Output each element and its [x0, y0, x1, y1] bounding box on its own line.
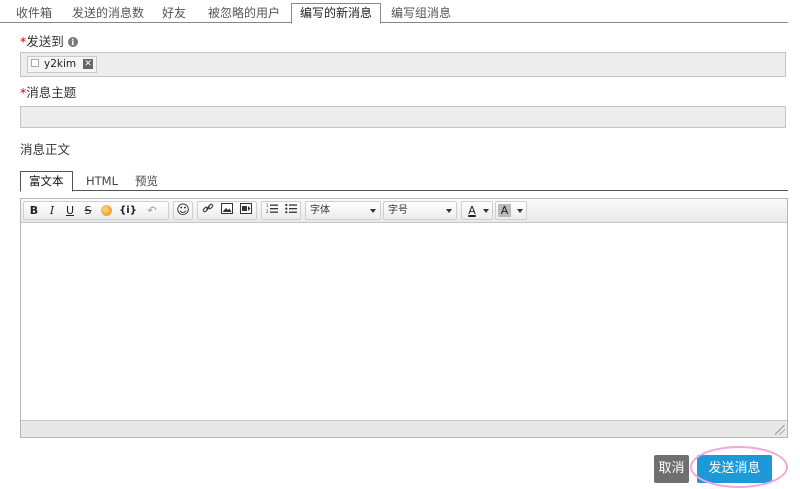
subject-label-text: 消息主题 — [26, 85, 77, 100]
recipients-label-text: 发送到 — [26, 34, 64, 49]
message-tabs: 收件箱 发送的消息数 好友 被忽略的用户 编写的新消息 编写组消息 — [0, 3, 788, 24]
background-color-icon: A — [498, 204, 511, 217]
background-color-picker[interactable]: A — [495, 201, 527, 220]
cancel-button[interactable]: 取消 — [654, 455, 689, 483]
editor-mode-tabs: 富文本 HTML 预览 — [20, 171, 788, 192]
code-button[interactable]: {i} — [116, 202, 140, 219]
link-icon[interactable] — [200, 202, 216, 219]
tab-inbox[interactable]: 收件箱 — [16, 3, 52, 23]
tab-ignored-users[interactable]: 被忽略的用户 — [208, 3, 280, 23]
font-family-label: 字体 — [310, 205, 330, 216]
remove-recipient-icon[interactable]: ✕ — [83, 59, 94, 69]
chevron-down-icon — [517, 209, 523, 213]
info-icon[interactable]: i — [67, 37, 78, 47]
text-color-icon: A — [468, 204, 476, 217]
toolbar-emoji-group: ☺ — [173, 201, 193, 220]
tab-friends[interactable]: 好友 — [162, 3, 186, 23]
unordered-list-icon[interactable] — [283, 202, 299, 219]
toolbar-list-group: 12 — [261, 201, 301, 220]
tab-sent-messages[interactable]: 发送的消息数 — [72, 3, 144, 23]
font-size-label: 字号 — [388, 205, 408, 216]
undo-button[interactable]: ↶ — [144, 202, 160, 219]
resize-handle-icon[interactable] — [775, 425, 785, 435]
font-size-select[interactable]: 字号 — [383, 201, 457, 220]
recipients-label: *发送到 i — [20, 31, 78, 50]
svg-text:2: 2 — [266, 209, 269, 214]
editor-statusbar — [21, 420, 787, 437]
subject-label: *消息主题 — [20, 82, 76, 101]
tab-html[interactable]: HTML — [86, 171, 118, 191]
body-label: 消息正文 — [20, 142, 71, 157]
editor-toolbar: B I U S {i} ↶ ☺ 12 字体 字号 A A — [21, 199, 787, 223]
chevron-down-icon — [483, 209, 489, 213]
message-body-input[interactable] — [21, 224, 787, 420]
ordered-list-icon[interactable]: 12 — [264, 202, 280, 219]
recipient-chip: y2kim ✕ — [27, 56, 98, 73]
tab-compose-group-message[interactable]: 编写组消息 — [391, 3, 451, 23]
svg-text:1: 1 — [266, 203, 269, 208]
recipients-input[interactable]: y2kim ✕ — [20, 52, 786, 77]
toolbar-format-group: B I U S {i} ↶ — [23, 201, 169, 220]
emoji-icon[interactable]: ☺ — [175, 202, 191, 219]
image-icon[interactable] — [219, 202, 235, 219]
send-message-button[interactable]: 发送消息 — [697, 455, 772, 483]
bold-button[interactable]: B — [26, 202, 42, 219]
spoiler-icon[interactable] — [98, 202, 114, 219]
text-color-picker[interactable]: A — [461, 201, 493, 220]
strikethrough-button[interactable]: S — [80, 202, 96, 219]
tab-rich-text[interactable]: 富文本 — [20, 171, 73, 192]
chevron-down-icon — [370, 209, 376, 213]
chevron-down-icon — [446, 209, 452, 213]
tab-preview[interactable]: 预览 — [135, 171, 158, 191]
subject-input[interactable] — [20, 106, 786, 128]
font-family-select[interactable]: 字体 — [305, 201, 381, 220]
rich-text-editor: B I U S {i} ↶ ☺ 12 字体 字号 A A — [20, 198, 788, 438]
italic-button[interactable]: I — [44, 202, 60, 219]
recipient-name: y2kim — [44, 58, 77, 70]
chip-checkbox-icon — [31, 59, 39, 67]
tab-compose-message[interactable]: 编写的新消息 — [291, 3, 382, 24]
toolbar-insert-group — [197, 201, 257, 220]
underline-button[interactable]: U — [62, 202, 78, 219]
media-icon[interactable] — [238, 202, 254, 219]
